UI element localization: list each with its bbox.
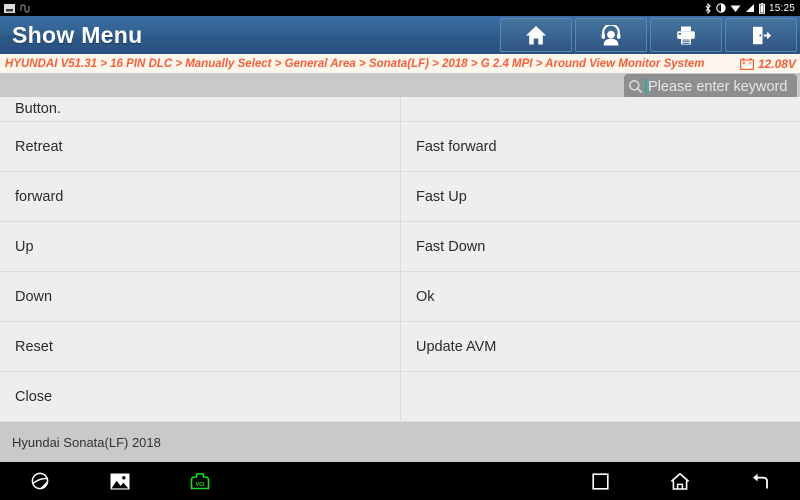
back-button[interactable] [720, 462, 800, 500]
nav-right-group [560, 462, 800, 500]
menu-item-label[interactable]: Ok [401, 272, 800, 321]
usb-debug-icon [20, 3, 30, 13]
android-navigation-bar: VCI [0, 462, 800, 500]
menu-item-label[interactable]: Fast forward [401, 122, 800, 171]
battery-icon [758, 2, 765, 14]
screenshot-icon [4, 3, 15, 13]
menu-item-label[interactable]: Up [0, 222, 401, 271]
svg-text:VCI: VCI [196, 482, 205, 488]
exit-door-icon [753, 26, 771, 44]
recents-button[interactable] [560, 462, 640, 500]
browser-button[interactable] [0, 462, 80, 500]
gallery-button[interactable] [80, 462, 160, 500]
table-row[interactable]: Down Ok [0, 272, 800, 322]
signal-icon [745, 4, 754, 12]
vci-connector-icon: VCI [190, 473, 210, 490]
breadcrumb-voltage-group: 12.08V [739, 56, 800, 71]
status-bar-right-icons: 15:25 [704, 2, 800, 14]
home-icon [526, 25, 546, 44]
vehicle-status-footer: Hyundai Sonata(LF) 2018 [0, 422, 800, 462]
breadcrumb-path: HYUNDAI V51.31 > 16 PIN DLC > Manually S… [5, 57, 705, 70]
photo-icon [110, 473, 130, 489]
wifi-icon [730, 5, 741, 12]
table-row[interactable]: forward Fast Up [0, 172, 800, 222]
android-status-bar: 15:25 [0, 0, 800, 16]
home-button[interactable] [500, 18, 572, 52]
menu-item-label[interactable]: Retreat [0, 122, 401, 171]
printer-icon [677, 26, 695, 45]
menu-item-label[interactable]: Update AVM [401, 322, 800, 371]
diagnostic-app-screen: 15:25 Show Menu HYUNDAI V51.31 > 16 PIN … [0, 0, 800, 500]
print-button[interactable] [650, 18, 722, 52]
bluetooth-icon [705, 2, 711, 14]
status-bar-clock: 15:25 [768, 2, 795, 14]
menu-item-label[interactable]: Close [0, 372, 401, 421]
search-icon [629, 80, 643, 94]
table-row[interactable]: Retreat Fast forward [0, 122, 800, 172]
status-bar-left-icons [0, 3, 31, 14]
breadcrumb: HYUNDAI V51.31 > 16 PIN DLC > Manually S… [0, 54, 800, 73]
search-input[interactable]: Please enter keyword [624, 74, 797, 99]
home-outline-icon [670, 472, 690, 490]
menu-table[interactable]: Button. Retreat Fast forward forward Fas… [0, 97, 800, 422]
menu-item-label[interactable]: Fast Up [401, 172, 800, 221]
back-arrow-icon [753, 473, 768, 488]
home-nav-button[interactable] [640, 462, 720, 500]
car-battery-icon [739, 57, 754, 70]
search-bar-area: Please enter keyword [0, 73, 800, 99]
table-row[interactable]: Close [0, 372, 800, 422]
globe-icon [31, 472, 49, 490]
menu-item-label[interactable]: forward [0, 172, 401, 221]
table-row[interactable]: Button. [0, 97, 800, 122]
vehicle-info-label: Hyundai Sonata(LF) 2018 [12, 434, 161, 450]
toolbar-buttons [497, 16, 800, 54]
search-text-caret [645, 79, 647, 94]
exit-button[interactable] [725, 18, 797, 52]
menu-item-label[interactable]: Fast Down [401, 222, 800, 271]
support-button[interactable] [575, 18, 647, 52]
menu-item-label[interactable] [401, 97, 800, 121]
table-row[interactable]: Up Fast Down [0, 222, 800, 272]
menu-item-label[interactable]: Down [0, 272, 401, 321]
nav-left-group: VCI [0, 462, 240, 500]
vci-button[interactable]: VCI [160, 462, 240, 500]
page-title: Show Menu [12, 21, 143, 48]
headset-person-icon [601, 24, 621, 45]
menu-item-label[interactable]: Button. [0, 97, 401, 121]
menu-item-label[interactable]: Reset [0, 322, 401, 371]
search-placeholder: Please enter keyword [648, 78, 788, 95]
menu-item-label[interactable] [401, 372, 800, 421]
square-icon [591, 472, 609, 490]
app-title-bar: Show Menu [0, 16, 800, 54]
table-row[interactable]: Reset Update AVM [0, 322, 800, 372]
battery-voltage: 12.08V [757, 56, 796, 71]
do-not-disturb-icon [716, 3, 726, 13]
